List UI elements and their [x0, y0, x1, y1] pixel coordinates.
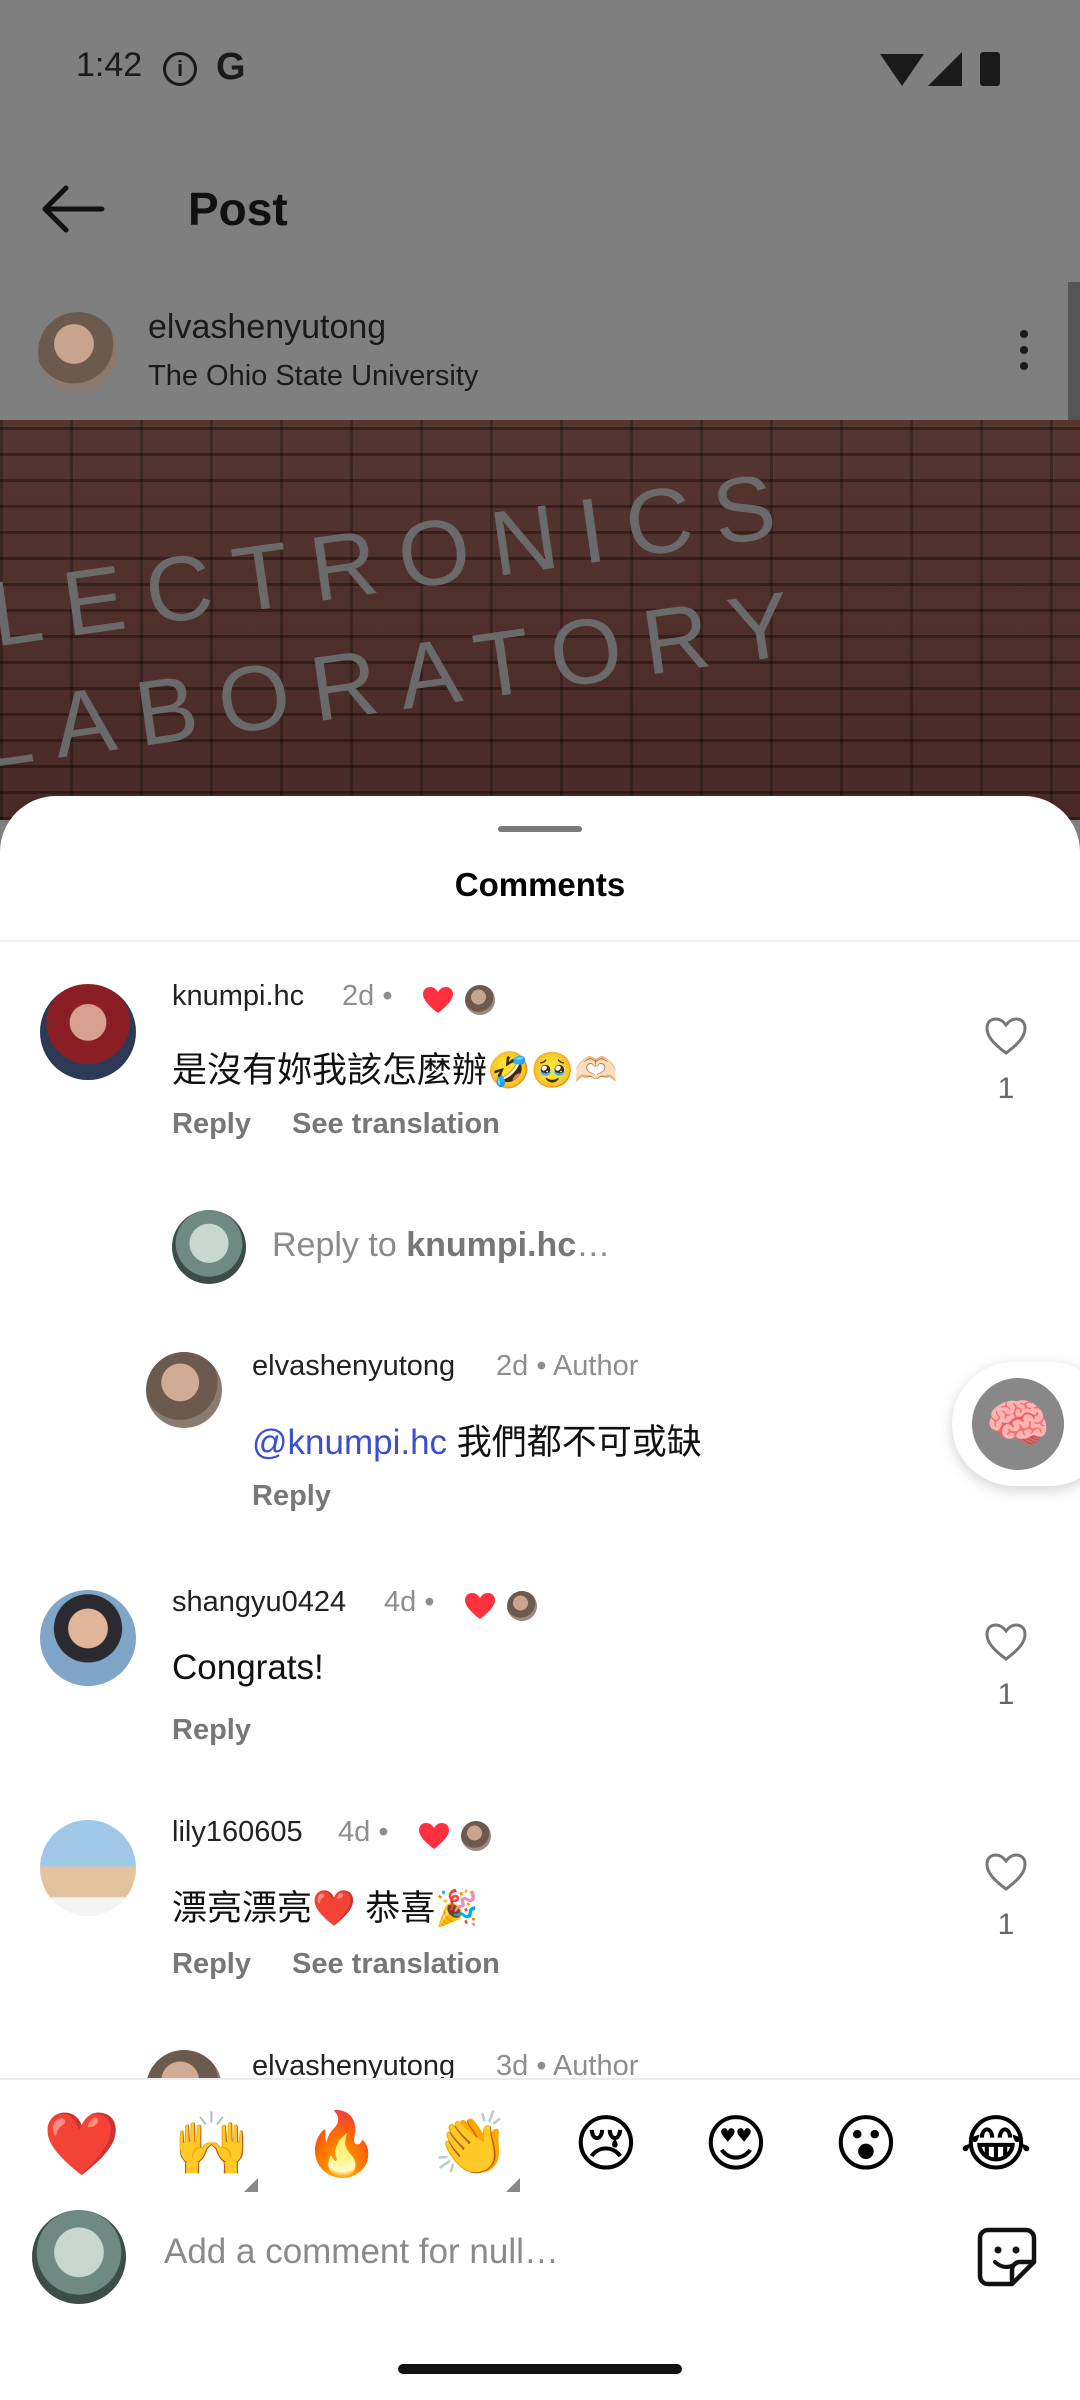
current-user-avatar	[32, 2210, 126, 2304]
post-location[interactable]: The Ohio State University	[148, 360, 478, 393]
ai-assistant-bubble[interactable]: 🧠	[952, 1362, 1080, 1486]
reply-author-avatar[interactable]	[146, 1352, 222, 1428]
brain-icon: 🧠	[972, 1378, 1064, 1470]
wifi-icon	[880, 54, 924, 86]
mention-link[interactable]: @knumpi.hc	[252, 1423, 447, 1462]
status-bar: 1:42 i G	[0, 0, 1080, 140]
like-heart-icon[interactable]	[984, 1852, 1028, 1892]
comment-time: 4d •	[384, 1586, 435, 1618]
reply-username[interactable]: elvashenyutong	[252, 1350, 455, 1383]
creator-mini-avatar	[461, 1821, 491, 1851]
post-image[interactable]: LECTRONICS LABORATORY	[0, 420, 1080, 820]
back-arrow-icon[interactable]	[40, 184, 106, 234]
creator-liked-heart-icon	[465, 1593, 495, 1619]
current-user-avatar	[172, 1210, 246, 1284]
like-count: 1	[997, 1072, 1015, 1105]
more-options-icon[interactable]	[1020, 330, 1030, 370]
sheet-drag-handle[interactable]	[498, 826, 582, 832]
status-indicators	[880, 52, 1008, 86]
reply-button[interactable]: Reply	[172, 1108, 251, 1141]
post-author-username[interactable]: elvashenyutong	[148, 308, 386, 347]
sticker-icon[interactable]	[976, 2226, 1038, 2288]
like-heart-icon[interactable]	[984, 1016, 1028, 1056]
creator-liked-heart-icon	[419, 1823, 449, 1849]
google-icon: G	[216, 46, 246, 88]
emoji-laughing-button[interactable]: 😂	[946, 2094, 1046, 2194]
home-gesture-bar[interactable]	[398, 2364, 682, 2374]
battery-icon	[980, 52, 1000, 86]
comments-sheet: Comments knumpi.hc 2d • 是沒有妳我該怎麼辦🤣🥹🫶🏻 Re…	[0, 796, 1080, 2400]
see-translation-button[interactable]: See translation	[292, 1948, 500, 1981]
quick-emoji-row: ❤️ 🙌 🔥 👏 😢 😍 😮 😂	[0, 2094, 1080, 2194]
skin-tone-indicator-icon	[244, 2178, 258, 2192]
comment-avatar-shangyu[interactable]	[40, 1590, 136, 1686]
like-heart-icon[interactable]	[984, 1622, 1028, 1662]
emoji-crying-button[interactable]: 😢	[556, 2094, 656, 2194]
comment-avatar-lily[interactable]	[40, 1820, 136, 1916]
post-header: elvashenyutong The Ohio State University	[0, 280, 1080, 420]
see-translation-button[interactable]: See translation	[292, 1108, 500, 1141]
creator-mini-avatar	[507, 1591, 537, 1621]
creator-mini-avatar	[465, 985, 495, 1015]
cellular-signal-icon	[928, 52, 962, 86]
comment-avatar-knumpi[interactable]	[40, 984, 136, 1080]
emoji-surprised-button[interactable]: 😮	[816, 2094, 916, 2194]
creator-liked-heart-icon	[423, 987, 453, 1013]
reply-button[interactable]: Reply	[172, 1714, 251, 1747]
like-count: 1	[997, 1908, 1015, 1941]
comment-text: Congrats!	[172, 1648, 324, 1687]
emoji-fire-button[interactable]: 🔥	[292, 2094, 392, 2194]
page-title: Post	[188, 183, 288, 235]
reply-to-input[interactable]: Reply to knumpi.hc…	[272, 1226, 610, 1265]
comment-username[interactable]: knumpi.hc	[172, 980, 304, 1013]
top-app-bar: Post	[0, 140, 1080, 280]
info-icon: i	[163, 52, 197, 86]
reply-text: @knumpi.hc 我們都不可或缺	[252, 1423, 702, 1462]
comment-text: 是沒有妳我該怎麼辦🤣🥹🫶🏻	[172, 1051, 618, 1090]
reply-time-author-badge: 2d • Author	[496, 1350, 639, 1382]
comment-time: 4d •	[338, 1816, 389, 1848]
sheet-title: Comments	[454, 866, 626, 903]
comment-username[interactable]: lily160605	[172, 1816, 303, 1849]
comment-text: 漂亮漂亮❤️ 恭喜🎉	[172, 1889, 479, 1928]
like-count: 1	[997, 1678, 1015, 1711]
post-author-avatar[interactable]	[38, 312, 118, 392]
divider	[0, 940, 1080, 942]
emoji-heart-eyes-button[interactable]: 😍	[686, 2094, 786, 2194]
reply-button[interactable]: Reply	[252, 1480, 331, 1513]
add-comment-input[interactable]: Add a comment for null…	[164, 2232, 559, 2272]
comment-username[interactable]: shangyu0424	[172, 1586, 346, 1619]
emoji-heart-button[interactable]: ❤️	[32, 2094, 132, 2194]
comment-time: 2d •	[342, 980, 393, 1012]
reply-button[interactable]: Reply	[172, 1948, 251, 1981]
status-time: 1:42	[76, 46, 143, 84]
comment-composer: ❤️ 🙌 🔥 👏 😢 😍 😮 😂 Add a comment for null…	[0, 2078, 1080, 2400]
skin-tone-indicator-icon	[506, 2178, 520, 2192]
scrollbar	[1068, 282, 1080, 422]
